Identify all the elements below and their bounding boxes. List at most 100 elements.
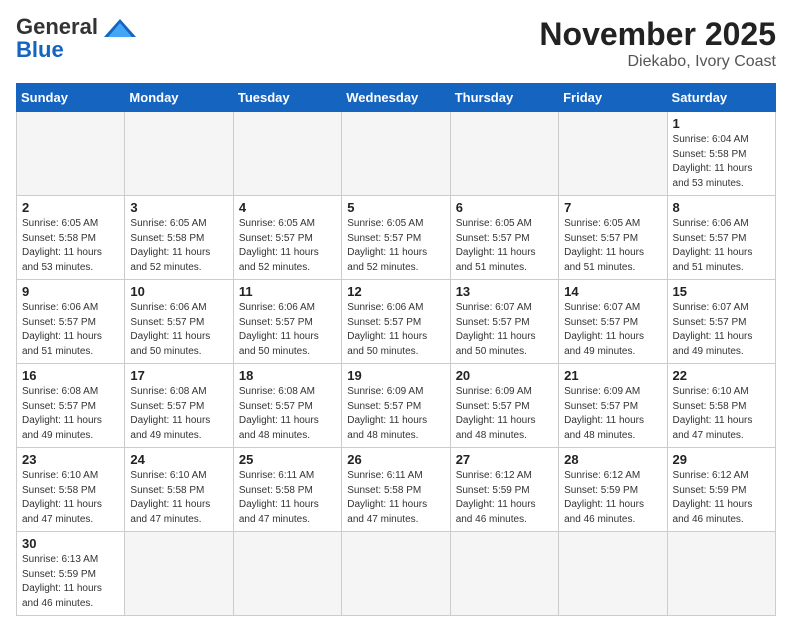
day-number: 11 bbox=[239, 284, 336, 299]
day-info: Sunrise: 6:09 AM Sunset: 5:57 PM Dayligh… bbox=[347, 385, 444, 443]
calendar-body: 1 Sunrise: 6:04 AM Sunset: 5:58 PM Daylig… bbox=[17, 112, 776, 616]
day-info: Sunrise: 6:12 AM Sunset: 5:59 PM Dayligh… bbox=[456, 469, 553, 527]
day-info: Sunrise: 6:11 AM Sunset: 5:58 PM Dayligh… bbox=[239, 469, 336, 527]
day-info: Sunrise: 6:06 AM Sunset: 5:57 PM Dayligh… bbox=[673, 217, 770, 275]
title-block: November 2025 Diekabo, Ivory Coast bbox=[539, 16, 776, 71]
logo-general-text: General bbox=[16, 14, 98, 39]
day-info: Sunrise: 6:05 AM Sunset: 5:57 PM Dayligh… bbox=[564, 217, 661, 275]
day-info: Sunrise: 6:05 AM Sunset: 5:57 PM Dayligh… bbox=[456, 217, 553, 275]
day-info: Sunrise: 6:06 AM Sunset: 5:57 PM Dayligh… bbox=[22, 301, 119, 359]
day-number: 22 bbox=[673, 368, 770, 383]
weekday-header: Sunday bbox=[17, 84, 125, 112]
day-info: Sunrise: 6:08 AM Sunset: 5:57 PM Dayligh… bbox=[130, 385, 227, 443]
page-header: General Blue November 2025 Diekabo, Ivor… bbox=[16, 16, 776, 71]
calendar-day-cell: 15 Sunrise: 6:07 AM Sunset: 5:57 PM Dayli… bbox=[667, 280, 775, 364]
calendar-day-cell: 18 Sunrise: 6:08 AM Sunset: 5:57 PM Dayli… bbox=[233, 364, 341, 448]
day-number: 6 bbox=[456, 200, 553, 215]
calendar-day-cell: 26 Sunrise: 6:11 AM Sunset: 5:58 PM Dayli… bbox=[342, 448, 450, 532]
calendar-day-cell: 3 Sunrise: 6:05 AM Sunset: 5:58 PM Daylig… bbox=[125, 196, 233, 280]
day-info: Sunrise: 6:04 AM Sunset: 5:58 PM Dayligh… bbox=[673, 133, 770, 191]
day-info: Sunrise: 6:05 AM Sunset: 5:58 PM Dayligh… bbox=[22, 217, 119, 275]
calendar-day-cell: 11 Sunrise: 6:06 AM Sunset: 5:57 PM Dayli… bbox=[233, 280, 341, 364]
calendar-day-cell: 8Sunrise: 6:06 AM Sunset: 5:57 PM Daylig… bbox=[667, 196, 775, 280]
day-number: 14 bbox=[564, 284, 661, 299]
calendar-day-cell bbox=[125, 112, 233, 196]
day-number: 30 bbox=[22, 536, 119, 551]
day-info: Sunrise: 6:05 AM Sunset: 5:57 PM Dayligh… bbox=[347, 217, 444, 275]
day-number: 12 bbox=[347, 284, 444, 299]
calendar-day-cell: 5 Sunrise: 6:05 AM Sunset: 5:57 PM Daylig… bbox=[342, 196, 450, 280]
day-number: 4 bbox=[239, 200, 336, 215]
calendar-day-cell: 20 Sunrise: 6:09 AM Sunset: 5:57 PM Dayli… bbox=[450, 364, 558, 448]
day-info: Sunrise: 6:07 AM Sunset: 5:57 PM Dayligh… bbox=[564, 301, 661, 359]
day-number: 5 bbox=[347, 200, 444, 215]
day-number: 1 bbox=[673, 116, 770, 131]
calendar-day-cell bbox=[17, 112, 125, 196]
day-number: 20 bbox=[456, 368, 553, 383]
day-info: Sunrise: 6:09 AM Sunset: 5:57 PM Dayligh… bbox=[456, 385, 553, 443]
day-info: Sunrise: 6:12 AM Sunset: 5:59 PM Dayligh… bbox=[564, 469, 661, 527]
calendar-day-cell: 21Sunrise: 6:09 AM Sunset: 5:57 PM Dayli… bbox=[559, 364, 667, 448]
calendar-day-cell: 2 Sunrise: 6:05 AM Sunset: 5:58 PM Daylig… bbox=[17, 196, 125, 280]
calendar-week-row: 30 Sunrise: 6:13 AM Sunset: 5:59 PM Dayli… bbox=[17, 532, 776, 616]
calendar-day-cell: 23 Sunrise: 6:10 AM Sunset: 5:58 PM Dayli… bbox=[17, 448, 125, 532]
calendar-day-cell: 29Sunrise: 6:12 AM Sunset: 5:59 PM Dayli… bbox=[667, 448, 775, 532]
day-number: 21 bbox=[564, 368, 661, 383]
calendar-day-cell bbox=[450, 532, 558, 616]
day-info: Sunrise: 6:06 AM Sunset: 5:57 PM Dayligh… bbox=[239, 301, 336, 359]
day-info: Sunrise: 6:13 AM Sunset: 5:59 PM Dayligh… bbox=[22, 553, 119, 611]
day-number: 27 bbox=[456, 452, 553, 467]
calendar-day-cell bbox=[342, 532, 450, 616]
calendar-day-cell: 9Sunrise: 6:06 AM Sunset: 5:57 PM Daylig… bbox=[17, 280, 125, 364]
calendar-day-cell: 16Sunrise: 6:08 AM Sunset: 5:57 PM Dayli… bbox=[17, 364, 125, 448]
day-info: Sunrise: 6:08 AM Sunset: 5:57 PM Dayligh… bbox=[239, 385, 336, 443]
calendar-table: SundayMondayTuesdayWednesdayThursdayFrid… bbox=[16, 83, 776, 616]
weekday-header: Saturday bbox=[667, 84, 775, 112]
day-number: 29 bbox=[673, 452, 770, 467]
logo: General Blue bbox=[16, 16, 138, 62]
calendar-day-cell bbox=[342, 112, 450, 196]
calendar-day-cell: 22 Sunrise: 6:10 AM Sunset: 5:58 PM Dayli… bbox=[667, 364, 775, 448]
calendar-day-cell: 10 Sunrise: 6:06 AM Sunset: 5:57 PM Dayli… bbox=[125, 280, 233, 364]
day-info: Sunrise: 6:10 AM Sunset: 5:58 PM Dayligh… bbox=[673, 385, 770, 443]
weekday-header: Friday bbox=[559, 84, 667, 112]
calendar-day-cell bbox=[233, 112, 341, 196]
day-number: 15 bbox=[673, 284, 770, 299]
day-info: Sunrise: 6:05 AM Sunset: 5:57 PM Dayligh… bbox=[239, 217, 336, 275]
calendar-day-cell: 12 Sunrise: 6:06 AM Sunset: 5:57 PM Dayli… bbox=[342, 280, 450, 364]
day-info: Sunrise: 6:07 AM Sunset: 5:57 PM Dayligh… bbox=[673, 301, 770, 359]
day-number: 26 bbox=[347, 452, 444, 467]
calendar-week-row: 2 Sunrise: 6:05 AM Sunset: 5:58 PM Daylig… bbox=[17, 196, 776, 280]
calendar-day-cell bbox=[559, 532, 667, 616]
calendar-day-cell: 7Sunrise: 6:05 AM Sunset: 5:57 PM Daylig… bbox=[559, 196, 667, 280]
calendar-day-cell: 17Sunrise: 6:08 AM Sunset: 5:57 PM Dayli… bbox=[125, 364, 233, 448]
calendar-day-cell bbox=[667, 532, 775, 616]
day-info: Sunrise: 6:06 AM Sunset: 5:57 PM Dayligh… bbox=[347, 301, 444, 359]
calendar-day-cell: 24Sunrise: 6:10 AM Sunset: 5:58 PM Dayli… bbox=[125, 448, 233, 532]
day-number: 18 bbox=[239, 368, 336, 383]
logo-blue-text: Blue bbox=[16, 37, 64, 62]
day-info: Sunrise: 6:06 AM Sunset: 5:57 PM Dayligh… bbox=[130, 301, 227, 359]
calendar-day-cell: 1 Sunrise: 6:04 AM Sunset: 5:58 PM Daylig… bbox=[667, 112, 775, 196]
day-info: Sunrise: 6:05 AM Sunset: 5:58 PM Dayligh… bbox=[130, 217, 227, 275]
weekday-row: SundayMondayTuesdayWednesdayThursdayFrid… bbox=[17, 84, 776, 112]
calendar-day-cell bbox=[125, 532, 233, 616]
calendar-day-cell: 28Sunrise: 6:12 AM Sunset: 5:59 PM Dayli… bbox=[559, 448, 667, 532]
calendar-day-cell: 25 Sunrise: 6:11 AM Sunset: 5:58 PM Dayli… bbox=[233, 448, 341, 532]
day-number: 25 bbox=[239, 452, 336, 467]
calendar-day-cell: 19Sunrise: 6:09 AM Sunset: 5:57 PM Dayli… bbox=[342, 364, 450, 448]
day-info: Sunrise: 6:10 AM Sunset: 5:58 PM Dayligh… bbox=[22, 469, 119, 527]
weekday-header: Monday bbox=[125, 84, 233, 112]
weekday-header: Thursday bbox=[450, 84, 558, 112]
calendar-day-cell bbox=[233, 532, 341, 616]
logo-icon bbox=[102, 17, 138, 39]
calendar-subtitle: Diekabo, Ivory Coast bbox=[539, 53, 776, 71]
day-number: 3 bbox=[130, 200, 227, 215]
day-number: 23 bbox=[22, 452, 119, 467]
day-info: Sunrise: 6:10 AM Sunset: 5:58 PM Dayligh… bbox=[130, 469, 227, 527]
day-number: 2 bbox=[22, 200, 119, 215]
day-info: Sunrise: 6:11 AM Sunset: 5:58 PM Dayligh… bbox=[347, 469, 444, 527]
day-number: 13 bbox=[456, 284, 553, 299]
calendar-week-row: 23 Sunrise: 6:10 AM Sunset: 5:58 PM Dayli… bbox=[17, 448, 776, 532]
day-number: 10 bbox=[130, 284, 227, 299]
